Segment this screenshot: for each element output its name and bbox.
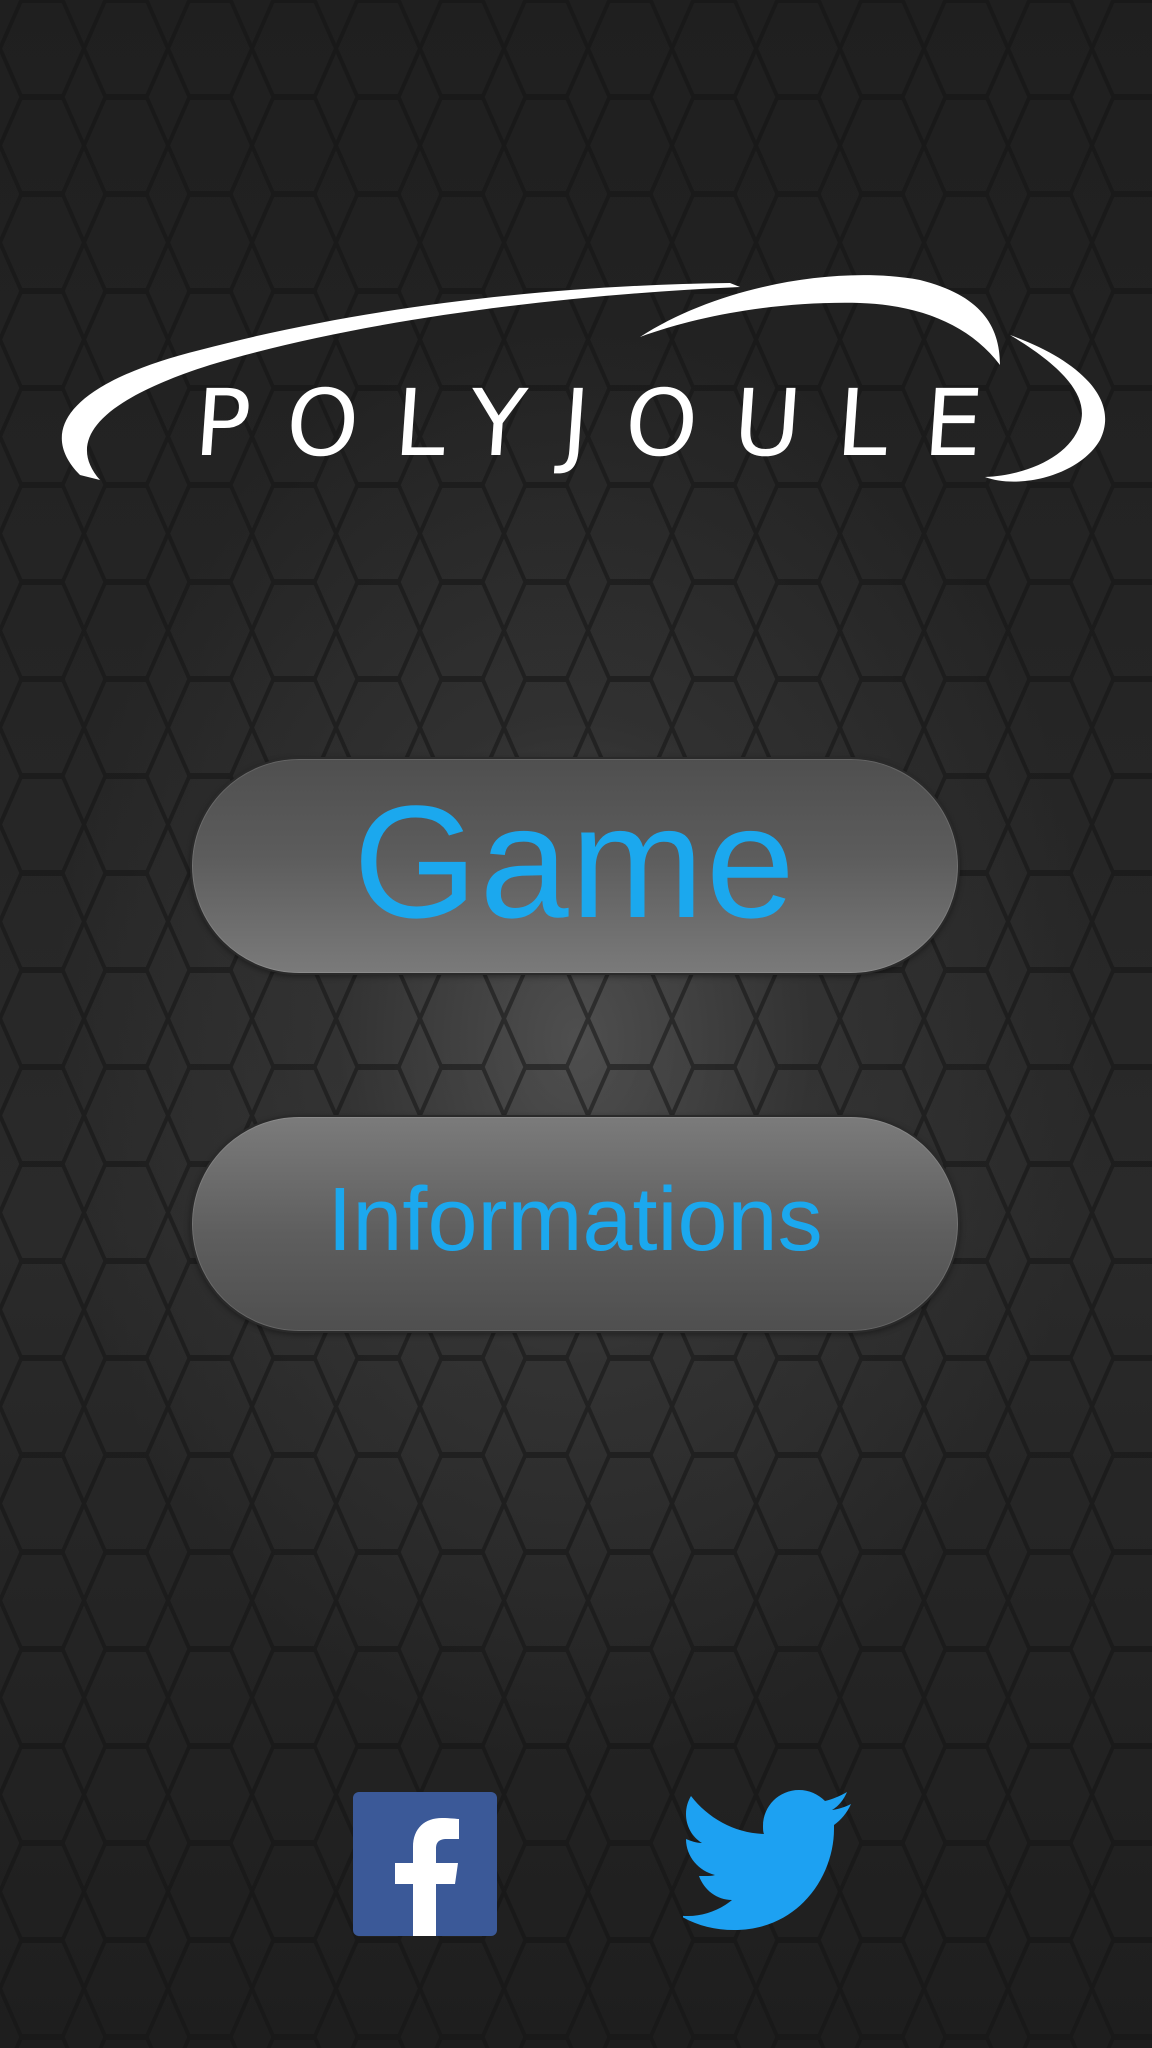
informations-button-label: Informations (327, 1170, 823, 1270)
app-logo-text: POLYJOULE (191, 370, 1023, 477)
home-screen: POLYJOULE Game Informations (0, 0, 1152, 2048)
facebook-icon (395, 1818, 459, 1936)
facebook-button[interactable] (353, 1792, 497, 1936)
twitter-button[interactable] (679, 1790, 851, 1930)
informations-button[interactable]: Informations (190, 1115, 960, 1333)
game-button[interactable]: Game (190, 757, 960, 975)
game-button-label: Game (353, 772, 797, 951)
twitter-icon (679, 1790, 851, 1930)
